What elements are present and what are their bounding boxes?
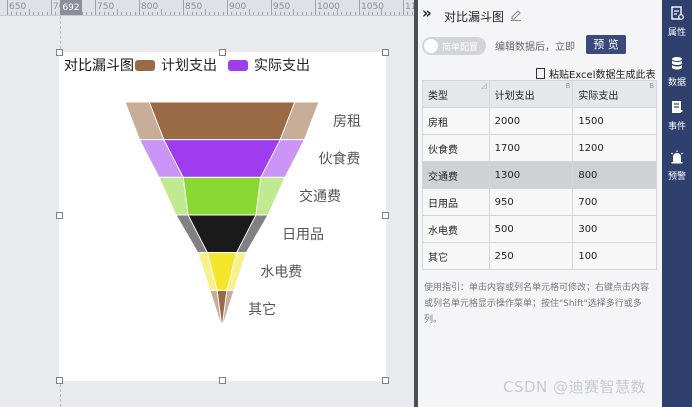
table-cell[interactable]: 1700: [488, 134, 574, 162]
funnel-category-label: 房租: [333, 114, 361, 130]
table-row: 伙食费 1700 1200: [422, 134, 657, 162]
table-cell[interactable]: 1500: [572, 107, 657, 135]
toggle-label: 简单配置: [442, 43, 479, 53]
sidebar-label-properties: 属性: [667, 28, 686, 38]
event-icon: [672, 101, 683, 113]
paste-excel-label: 粘贴Excel数据生成此表: [549, 70, 656, 81]
watermark: CSDN @迪赛智慧数: [503, 378, 647, 396]
database-icon: [672, 57, 682, 70]
sidebar-item-properties[interactable]: 属性: [662, 6, 692, 38]
panel-title: 对比漏斗图: [444, 10, 505, 24]
table-row: 其它 250 100: [422, 242, 657, 270]
funnel-actual-segment: [148, 101, 296, 141]
table-cell[interactable]: 100: [572, 242, 657, 270]
funnel-actual-segment: [162, 139, 282, 178]
alarm-icon: [671, 150, 683, 164]
funnel-chart: 房租伙食费交通费日用品水电费其它: [124, 101, 361, 330]
excel-paste-icon: [536, 68, 545, 79]
sidebar-item-alarm[interactable]: 预警: [662, 150, 692, 182]
funnel-actual-segment: [182, 176, 262, 216]
table-row: 日用品 950 700: [422, 188, 657, 216]
table-cell[interactable]: 700: [572, 188, 657, 216]
table-cell[interactable]: 800: [572, 161, 657, 189]
column-header[interactable]: 计划支出 B: [488, 80, 574, 108]
funnel-category-label: 水电费: [260, 265, 302, 281]
toggle-knob: [424, 39, 438, 53]
collapse-panel-icon[interactable]: »: [422, 4, 432, 22]
sidebar-label-alarm: 预警: [667, 172, 686, 182]
table-cell[interactable]: 2000: [488, 107, 574, 135]
table-header-row: 类型 ◿ 计划支出 B 实际支出 B: [422, 80, 657, 108]
table-cell[interactable]: 交通费: [422, 161, 490, 189]
funnel-category-label: 日用品: [282, 227, 324, 243]
right-sidebar: 属性 数据 事件 预警: [662, 0, 692, 407]
table-cell[interactable]: 房租: [422, 107, 490, 135]
column-header[interactable]: 实际支出 B: [572, 80, 657, 108]
sidebar-label-event: 事件: [667, 122, 686, 132]
preview-button[interactable]: 预 览: [586, 35, 626, 54]
data-panel: » 对比漏斗图 简单配置 编辑数据后，立即 预 览 粘贴Excel数据生成此表 …: [418, 0, 662, 407]
table-cell[interactable]: 950: [488, 188, 574, 216]
table-cell[interactable]: 300: [572, 215, 657, 243]
funnel-category-label: 伙食费: [318, 151, 360, 168]
table-cell[interactable]: 其它: [422, 242, 490, 270]
data-table: 类型 ◿ 计划支出 B 实际支出 B 房租 2000 1500 伙食费 1700 12…: [422, 80, 657, 270]
table-cell[interactable]: 500: [488, 215, 574, 243]
edit-hint-text: 编辑数据后，立即: [495, 42, 575, 53]
table-cell-editing[interactable]: 1300: [488, 161, 574, 189]
column-header[interactable]: 类型 ◿: [422, 80, 490, 108]
table-cell[interactable]: 日用品: [422, 188, 490, 216]
edit-title-icon[interactable]: [510, 9, 522, 21]
properties-icon: [671, 6, 684, 20]
usage-guide-text: 使用指引：单击内容或列名单元格可修改；右键点击内容或列名单元格显示操作菜单；按住…: [424, 283, 650, 325]
sidebar-label-data: 数据: [667, 78, 686, 88]
table-cell[interactable]: 伙食费: [422, 134, 490, 162]
funnel-category-label: 其它: [248, 301, 276, 318]
table-cell[interactable]: 250: [488, 242, 574, 270]
table-row: 水电费 500 300: [422, 215, 657, 243]
table-row-selected: 交通费 1300 800: [422, 161, 657, 189]
funnel-category-label: 交通费: [299, 188, 341, 205]
sidebar-item-data[interactable]: 数据: [662, 56, 692, 88]
sidebar-item-event[interactable]: 事件: [662, 100, 692, 132]
table-row: 房租 2000 1500: [422, 107, 657, 135]
simple-config-toggle[interactable]: 简单配置: [422, 37, 486, 55]
paste-excel-link[interactable]: 粘贴Excel数据生成此表: [536, 66, 656, 81]
table-cell[interactable]: 水电费: [422, 215, 490, 243]
table-cell[interactable]: 1200: [572, 134, 657, 162]
